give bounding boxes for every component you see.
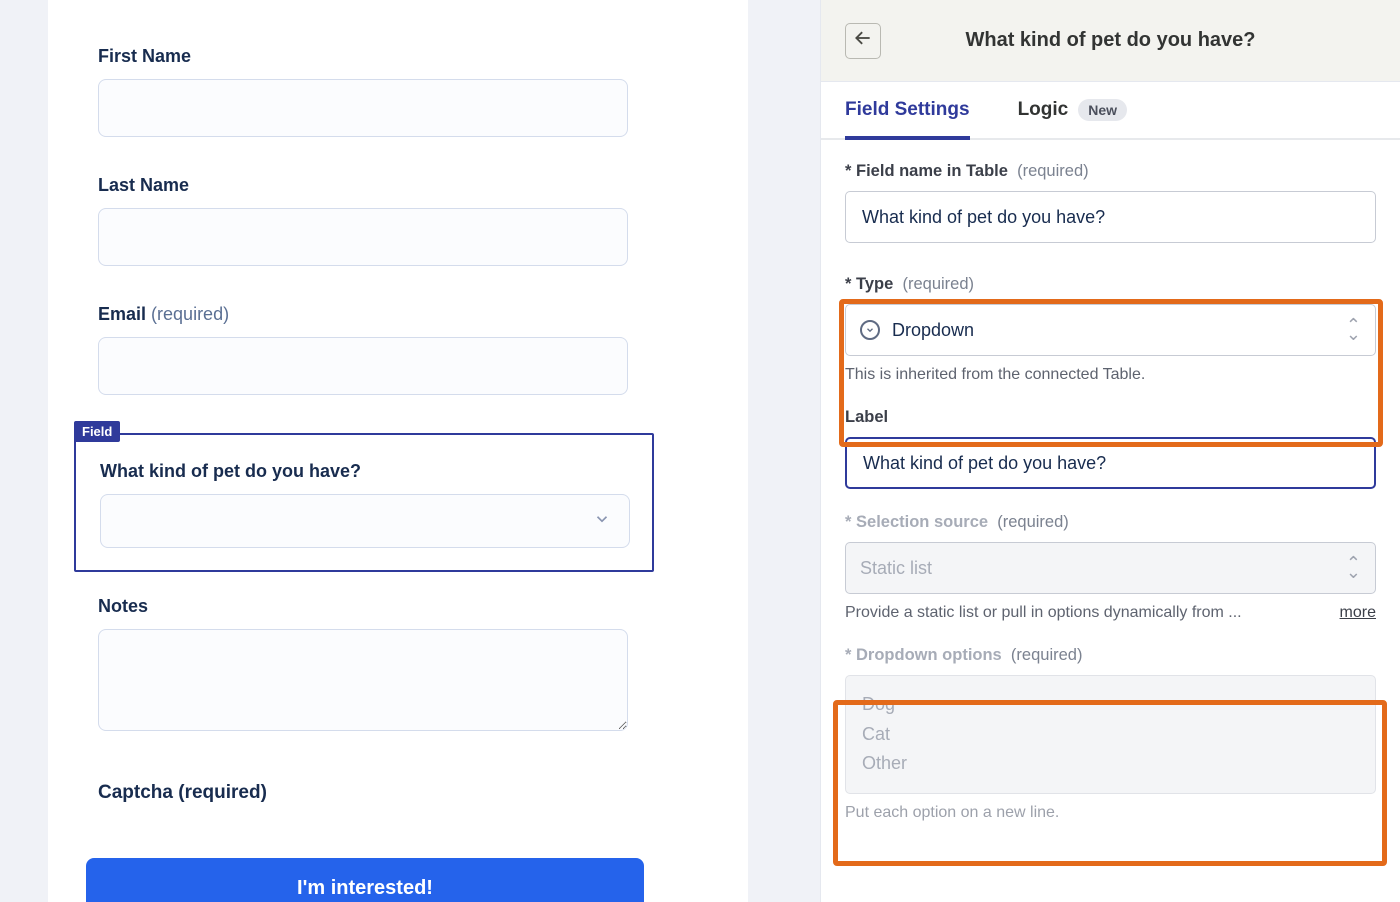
dropdown-type-icon xyxy=(860,320,880,340)
field-tag: Field xyxy=(74,421,120,442)
first-name-input[interactable] xyxy=(98,79,628,137)
label-input[interactable] xyxy=(845,437,1376,489)
field-name-label-text: Field name in Table xyxy=(856,162,1008,180)
section-selection-source: * Selection source (required) Static lis… xyxy=(845,513,1376,622)
dropdown-options-textarea[interactable]: Dog Cat Other xyxy=(845,675,1376,794)
dropdown-options-label: * Dropdown options (required) xyxy=(845,646,1376,665)
dropdown-options-required-hint: (required) xyxy=(1011,646,1083,664)
section-type: * Type (required) Dropdown ⌃⌄ This is in… xyxy=(845,275,1376,384)
selection-source-value: Static list xyxy=(860,558,932,579)
email-label: Email (required) xyxy=(98,304,698,325)
first-name-label: First Name xyxy=(98,46,698,67)
panel-header: What kind of pet do you have? xyxy=(821,0,1400,82)
tab-field-settings[interactable]: Field Settings xyxy=(845,82,970,138)
email-required-hint: (required) xyxy=(151,304,229,324)
panel-tabs: Field Settings Logic New xyxy=(821,82,1400,140)
pet-label: What kind of pet do you have? xyxy=(100,461,628,482)
type-help-text: This is inherited from the connected Tab… xyxy=(845,366,1376,384)
selection-source-help: Provide a static list or pull in options… xyxy=(845,604,1242,622)
tab-logic[interactable]: Logic New xyxy=(1018,82,1127,138)
field-name-input[interactable] xyxy=(845,191,1376,243)
selection-source-label: * Selection source (required) xyxy=(845,513,1376,532)
section-field-name: * Field name in Table (required) xyxy=(845,162,1376,243)
pet-dropdown[interactable] xyxy=(100,494,630,548)
email-input[interactable] xyxy=(98,337,628,395)
dropdown-options-help: Put each option on a new line. xyxy=(845,804,1376,822)
last-name-input[interactable] xyxy=(98,208,628,266)
field-first-name: First Name xyxy=(98,46,698,137)
settings-panel: What kind of pet do you have? Field Sett… xyxy=(820,0,1400,902)
back-button[interactable] xyxy=(845,23,881,59)
more-link[interactable]: more xyxy=(1340,604,1376,622)
form-canvas: First Name Last Name Email (required) Fi… xyxy=(48,0,748,902)
tab-field-settings-label: Field Settings xyxy=(845,99,970,121)
selection-source-required-hint: (required) xyxy=(997,513,1069,531)
field-notes: Notes xyxy=(98,596,698,736)
option-line: Cat xyxy=(862,720,1359,750)
captcha-label: Captcha (required) xyxy=(98,782,698,804)
selection-source-label-text: Selection source xyxy=(856,513,988,531)
arrow-left-icon xyxy=(853,28,873,53)
new-badge: New xyxy=(1078,99,1127,121)
submit-button[interactable]: I'm interested! xyxy=(86,858,644,902)
type-select[interactable]: Dropdown ⌃⌄ xyxy=(845,304,1376,356)
selection-source-select[interactable]: Static list ⌃⌄ xyxy=(845,542,1376,594)
type-label-text: Type xyxy=(856,275,893,293)
label-field-label: Label xyxy=(845,408,1376,427)
field-name-label: * Field name in Table (required) xyxy=(845,162,1376,181)
last-name-label: Last Name xyxy=(98,175,698,196)
type-label: * Type (required) xyxy=(845,275,1376,294)
chevron-down-icon xyxy=(593,510,611,533)
section-label: Label xyxy=(845,408,1376,489)
panel-title: What kind of pet do you have? xyxy=(821,29,1400,52)
selected-field-card[interactable]: Field What kind of pet do you have? xyxy=(74,433,654,572)
field-name-required-hint: (required) xyxy=(1017,162,1089,180)
type-required-hint: (required) xyxy=(902,275,974,293)
sort-arrows-icon: ⌃⌄ xyxy=(1346,559,1361,577)
submit-button-label: I'm interested! xyxy=(297,877,433,900)
notes-label: Notes xyxy=(98,596,698,617)
field-last-name: Last Name xyxy=(98,175,698,266)
option-line: Other xyxy=(862,749,1359,779)
type-value: Dropdown xyxy=(892,320,974,341)
section-dropdown-options: * Dropdown options (required) Dog Cat Ot… xyxy=(845,646,1376,822)
sort-arrows-icon: ⌃⌄ xyxy=(1346,321,1361,339)
dropdown-options-label-text: Dropdown options xyxy=(856,646,1002,664)
tab-logic-label: Logic xyxy=(1018,99,1069,121)
option-line: Dog xyxy=(862,690,1359,720)
field-email: Email (required) xyxy=(98,304,698,395)
notes-textarea[interactable] xyxy=(98,629,628,731)
email-label-text: Email xyxy=(98,304,146,324)
